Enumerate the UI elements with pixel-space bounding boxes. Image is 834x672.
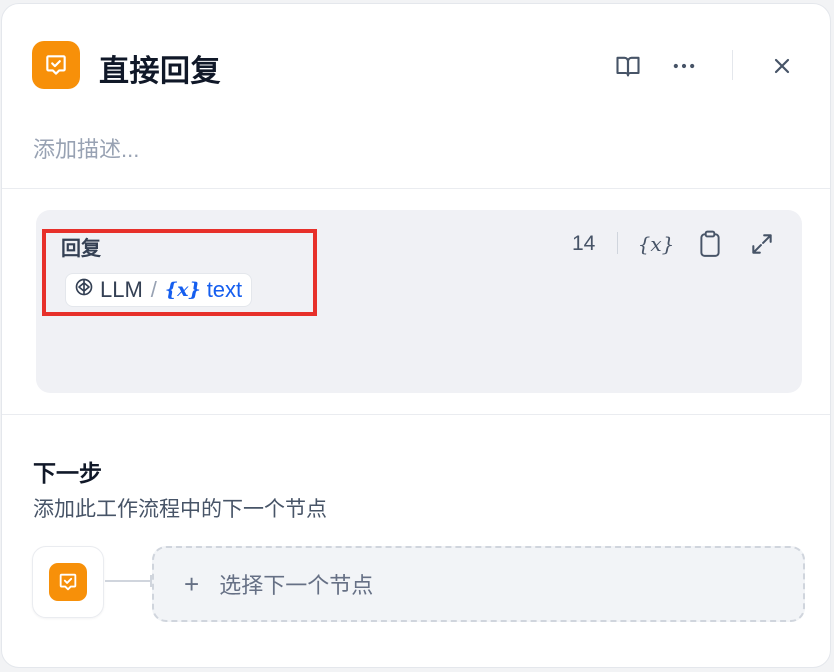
header-divider (732, 50, 733, 80)
close-icon[interactable] (766, 50, 798, 82)
answer-node-icon (32, 41, 80, 89)
select-next-label: 选择下一个节点 (219, 573, 374, 598)
node-title[interactable]: 直接回复 (99, 46, 221, 90)
expand-icon[interactable] (746, 228, 778, 260)
node-connector (105, 575, 152, 587)
more-horizontal-icon[interactable] (668, 50, 700, 82)
panel-header: 直接回复 添加描述... (2, 4, 830, 162)
plus-icon: + (184, 569, 200, 599)
highlight-box (42, 229, 317, 316)
description-input[interactable]: 添加描述... (33, 132, 139, 164)
node-panel: 直接回复 添加描述... 回复 14 {x} LLM / {x} text 下一… (1, 3, 831, 668)
clipboard-icon[interactable] (694, 228, 726, 260)
toolbar-separator (617, 232, 618, 254)
next-step-title: 下一步 (33, 460, 102, 486)
answer-node-icon (49, 563, 87, 601)
insert-variable-icon[interactable]: {x} (638, 228, 675, 260)
current-node-tile (32, 546, 104, 618)
char-count: 14 (572, 232, 596, 255)
next-step-description: 添加此工作流程中的下一个节点 (33, 498, 327, 521)
divider (2, 414, 830, 415)
book-open-icon[interactable] (612, 50, 644, 82)
divider (2, 188, 830, 189)
select-next-node-button[interactable]: + 选择下一个节点 (152, 546, 805, 622)
